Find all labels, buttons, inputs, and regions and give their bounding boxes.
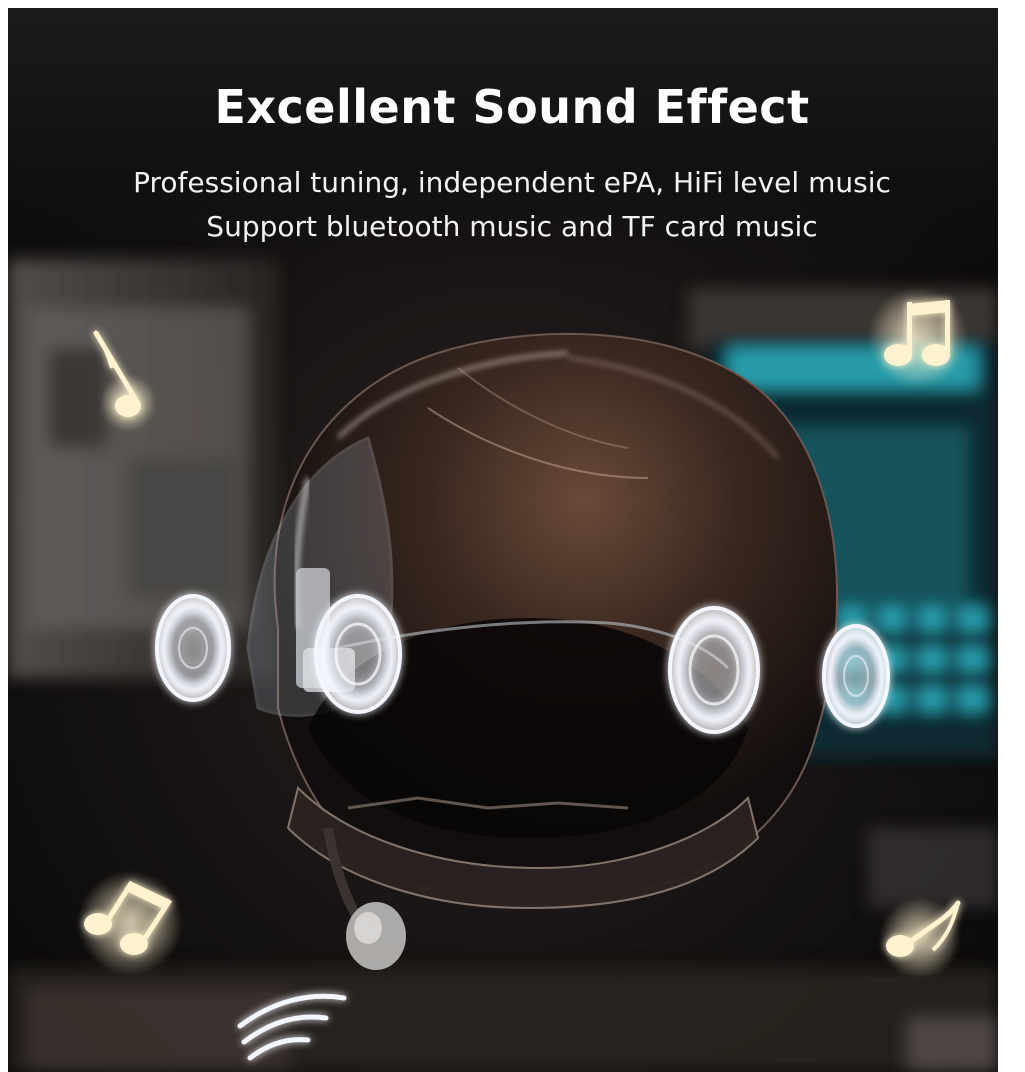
banner-title: Excellent Sound Effect [214, 80, 810, 134]
beamed-notes-icon [868, 288, 968, 388]
product-banner: Excellent Sound Effect Professional tuni… [8, 8, 998, 1072]
speaker-right-outer-icon [822, 624, 890, 728]
speaker-left-outer-icon [155, 594, 231, 702]
banner-subtitle-line-1: Professional tuning, independent ePA, Hi… [133, 166, 891, 199]
banner-subtitle-line-2: Support bluetooth music and TF card musi… [206, 210, 818, 243]
music-note-icon [880, 898, 961, 978]
speaker-left-inner-icon [314, 594, 402, 714]
speaker-right-inner-icon [668, 606, 760, 734]
beamed-notes-icon [78, 871, 182, 975]
